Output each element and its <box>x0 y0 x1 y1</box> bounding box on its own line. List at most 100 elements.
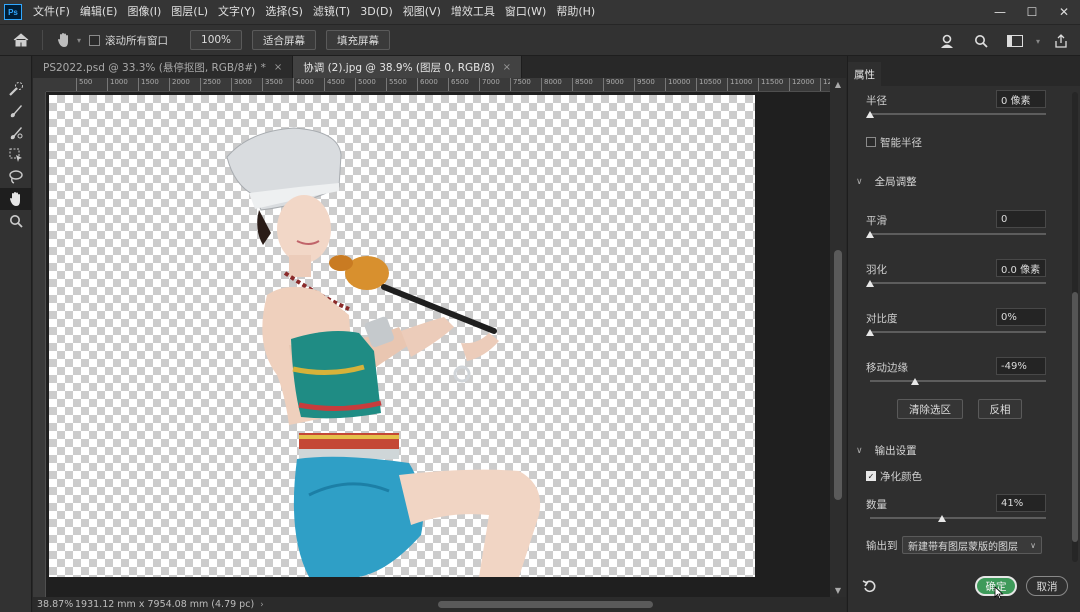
smooth-label: 平滑 <box>866 215 887 227</box>
ruler-tick-label: 5000 <box>355 78 376 91</box>
ruler-tick-label: 1500 <box>138 78 159 91</box>
menu-image[interactable]: 图像(I) <box>122 0 166 24</box>
ruler-tick-label: 2000 <box>169 78 190 91</box>
minimize-icon[interactable]: — <box>984 0 1016 24</box>
menu-select[interactable]: 选择(S) <box>260 0 308 24</box>
invert-button[interactable]: 反相 <box>978 399 1022 419</box>
zoom-level[interactable]: 38.87% <box>33 599 73 610</box>
global-adjust-header[interactable]: ∨ 全局调整 <box>856 174 917 189</box>
amount-slider-thumb[interactable] <box>938 515 947 522</box>
feather-field[interactable]: 0.0 像素 <box>996 259 1046 277</box>
zoom-tool-icon[interactable] <box>0 210 32 232</box>
close-tab-icon[interactable]: × <box>503 62 511 73</box>
smooth-slider-thumb[interactable] <box>866 231 874 238</box>
menu-type[interactable]: 文字(Y) <box>213 0 260 24</box>
smooth-slider[interactable] <box>870 233 1046 235</box>
radius-slider[interactable] <box>870 113 1046 115</box>
ruler-tick-label: 10000 <box>665 78 690 91</box>
menu-layer[interactable]: 图层(L) <box>166 0 213 24</box>
maximize-icon[interactable]: ☐ <box>1016 0 1048 24</box>
ruler-tick-label: 8500 <box>572 78 593 91</box>
window-controls: — ☐ ✕ <box>984 0 1080 24</box>
share-export-icon[interactable] <box>1048 28 1074 54</box>
mouse-cursor-icon <box>994 586 1004 603</box>
horizontal-ruler[interactable]: 500 1000 1500 2000 2500 3000 3500 4000 4500 5000 5… <box>46 78 830 92</box>
menu-file[interactable]: 文件(F) <box>28 0 75 24</box>
ruler-tick-label: 4000 <box>293 78 314 91</box>
amount-slider[interactable] <box>870 517 1046 519</box>
tab-xietiao[interactable]: 协调 (2).jpg @ 38.9% (图层 0, RGB/8) × <box>293 56 523 78</box>
reset-icon[interactable] <box>862 578 878 594</box>
radius-slider-thumb[interactable] <box>866 111 874 118</box>
menu-help[interactable]: 帮助(H) <box>551 0 600 24</box>
zoom-100-button[interactable]: 100% <box>190 30 243 50</box>
horizontal-scroll-thumb[interactable] <box>438 601 653 608</box>
shift-edge-field[interactable]: -49% <box>996 357 1046 375</box>
fill-screen-button[interactable]: 填充屏幕 <box>326 30 391 50</box>
clear-selection-button[interactable]: 清除选区 <box>897 399 963 419</box>
fit-screen-button[interactable]: 适合屏幕 <box>252 30 317 50</box>
radius-field[interactable]: 0 像素 <box>996 90 1046 108</box>
object-selection-tool-icon[interactable] <box>0 144 32 166</box>
menu-edit[interactable]: 编辑(E) <box>75 0 123 24</box>
ruler-tick-label: 9000 <box>603 78 624 91</box>
feather-slider-thumb[interactable] <box>866 280 874 287</box>
canvas-area[interactable] <box>46 92 830 597</box>
refine-edge-brush-icon[interactable] <box>0 100 32 122</box>
vertical-ruler[interactable] <box>33 92 46 597</box>
workspace-chevron-icon[interactable]: ▾ <box>1036 37 1040 46</box>
feather-slider[interactable] <box>870 282 1046 284</box>
status-menu-icon[interactable]: › <box>260 600 264 610</box>
smart-radius-checkbox[interactable] <box>866 137 876 147</box>
share-user-icon[interactable] <box>934 28 960 54</box>
subject-cutout-image <box>226 127 541 577</box>
smooth-field[interactable]: 0 <box>996 210 1046 228</box>
contrast-slider[interactable] <box>870 331 1046 333</box>
menu-3d[interactable]: 3D(D) <box>355 0 398 24</box>
scroll-up-icon[interactable]: ▲ <box>830 80 846 89</box>
lasso-tool-icon[interactable] <box>0 166 32 188</box>
ruler-tick-label: 11500 <box>758 78 783 91</box>
menu-plugins[interactable]: 增效工具 <box>446 0 500 24</box>
menu-filter[interactable]: 滤镜(T) <box>308 0 355 24</box>
decontaminate-colors-label: 净化颜色 <box>880 471 922 483</box>
properties-panel: 属性 半径 0 像素 智能半径 ∨ 全局调整 平滑 0 羽化 0.0 像素 对比… <box>847 56 1080 612</box>
output-to-select[interactable]: 新建带有图层蒙版的图层 ∨ <box>902 536 1042 554</box>
output-settings-header[interactable]: ∨ 输出设置 <box>856 443 917 458</box>
quick-selection-tool-icon[interactable] <box>0 78 32 100</box>
tab-properties[interactable]: 属性 <box>848 62 881 86</box>
contrast-field[interactable]: 0% <box>996 308 1046 326</box>
cancel-button[interactable]: 取消 <box>1026 576 1068 596</box>
shift-edge-slider-thumb[interactable] <box>910 378 919 385</box>
options-bar: ▾ 滚动所有窗口 100% 适合屏幕 填充屏幕 ▾ <box>0 24 1080 56</box>
hand-tool-preset-icon[interactable] <box>51 27 77 53</box>
status-bar: 38.87% 1931.12 mm x 7954.08 mm (4.79 pc)… <box>33 597 846 612</box>
scroll-all-windows-checkbox[interactable] <box>89 34 101 46</box>
chevron-down-icon[interactable]: ▾ <box>77 36 81 45</box>
scroll-down-icon[interactable]: ▼ <box>830 586 846 595</box>
menu-view[interactable]: 视图(V) <box>398 0 446 24</box>
amount-label: 数量 <box>866 499 887 511</box>
brush-tool-icon[interactable] <box>0 122 32 144</box>
decontaminate-colors-checkbox[interactable]: ✓ <box>866 471 876 481</box>
ruler-tick-label: 1000 <box>107 78 128 91</box>
tab-ps2022[interactable]: PS2022.psd @ 33.3% (悬停抠图, RGB/8#) * × <box>33 56 294 78</box>
ruler-corner <box>33 78 46 92</box>
shift-edge-slider[interactable] <box>870 380 1046 382</box>
search-icon[interactable] <box>968 28 994 54</box>
panel-scroll-thumb[interactable] <box>1072 292 1078 542</box>
tab-label: 协调 (2).jpg @ 38.9% (图层 0, RGB/8) <box>303 61 495 74</box>
feather-label: 羽化 <box>866 264 887 276</box>
vertical-scroll-thumb[interactable] <box>834 250 842 500</box>
close-window-icon[interactable]: ✕ <box>1048 0 1080 24</box>
home-icon[interactable] <box>8 27 34 53</box>
panel-scrollbar[interactable] <box>1072 92 1078 562</box>
workspace-icon[interactable] <box>1002 28 1028 54</box>
document-canvas[interactable] <box>49 95 755 577</box>
menu-window[interactable]: 窗口(W) <box>500 0 551 24</box>
canvas-vertical-scrollbar[interactable]: ▲ ▼ <box>830 78 846 597</box>
contrast-slider-thumb[interactable] <box>866 329 874 336</box>
close-tab-icon[interactable]: × <box>274 62 282 73</box>
hand-tool-icon[interactable] <box>0 188 32 210</box>
amount-field[interactable]: 41% <box>996 494 1046 512</box>
